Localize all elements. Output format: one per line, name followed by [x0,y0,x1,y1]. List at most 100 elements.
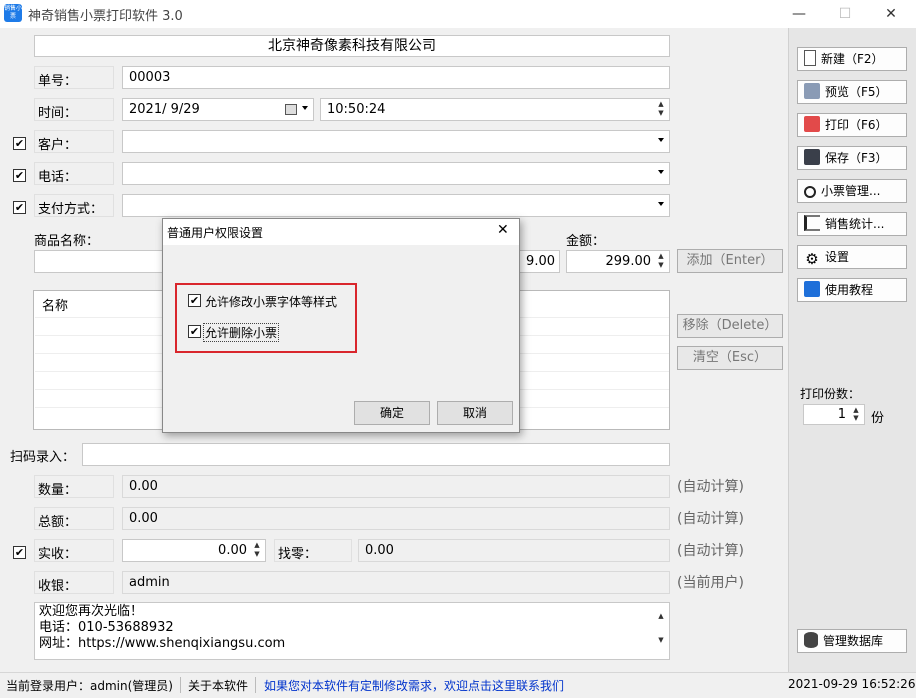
option-delete-ticket-label[interactable]: 允许删除小票 [203,323,280,342]
print-copies-value: 1 [837,407,846,422]
footer-line-1: 欢迎您再次光临！ [39,604,144,619]
option-font-style-label[interactable]: 允许修改小票字体等样式 [205,293,337,310]
order-no-field[interactable]: 00003 [122,66,670,89]
db-manage-label: 管理数据库 [823,634,884,648]
date-value: 2021/ 9/29 [129,102,200,117]
settings-label: 设置 [825,250,850,264]
remove-button[interactable]: 移除（Delete） [677,314,783,338]
floppy-icon [804,149,820,165]
payment-select[interactable] [122,194,670,217]
change-field: 0.00 [358,539,670,562]
list-header-name: 名称 [42,299,69,314]
time-spinner-icon[interactable]: ▲ ▼ [654,100,668,119]
received-value: 0.00 [218,543,247,558]
change-auto-hint: (自动计算) [677,543,744,559]
quantity-value: 0.00 [129,479,158,494]
new-doc-icon [804,50,816,66]
scan-label: 扫码录入： [10,450,76,465]
phone-label: 电话： [34,162,114,185]
phone-checkbox[interactable]: ✔ [13,169,26,182]
copies-spinner-icon[interactable]: ▲ ▼ [849,406,863,423]
received-field[interactable]: 0.00 ▲ ▼ [122,539,266,562]
save-button[interactable]: 保存（F3） [797,146,907,170]
received-spinner-icon[interactable]: ▲ ▼ [250,541,264,560]
option-font-style-checkbox[interactable]: ✔ [188,294,201,307]
new-button-label: 新建（F2） [821,52,884,66]
new-button[interactable]: 新建（F2） [797,47,907,71]
amount-field[interactable]: 299.00 ▲ ▼ [566,250,670,273]
customer-select[interactable] [122,130,670,153]
date-picker[interactable]: 2021/ 9/29 [122,98,314,121]
order-no-value: 00003 [129,70,171,85]
tutorial-label: 使用教程 [825,283,874,297]
chevron-down-icon[interactable] [302,106,308,110]
app-icon: 销售小票 [4,4,23,22]
status-bar: 当前登录用户：admin(管理员) 关于本软件 如果您对本软件有定制修改需求，欢… [0,672,916,698]
print-button[interactable]: 打印（F6） [797,113,907,137]
preview-button-label: 预览（F5） [825,85,888,99]
footer-line-3: 网址：https://www.shenqixiangsu.com [39,636,286,651]
order-no-label: 单号： [34,66,114,89]
product-name-label: 商品名称： [34,234,100,249]
scan-input[interactable] [82,443,670,466]
status-divider [255,677,256,693]
minimize-button[interactable]: — [776,0,822,28]
close-button[interactable]: ✕ [868,0,914,28]
permission-dialog: 普通用户权限设置 ✕ ✔ 允许修改小票字体等样式 ✔ 允许删除小票 确定 取消 [162,218,520,433]
list-icon [804,215,820,231]
print-copies-field[interactable]: 1 ▲ ▼ [803,404,865,425]
printer-icon [804,116,820,132]
total-value: 0.00 [129,511,158,526]
cashier-user-hint: (当前用户) [677,575,744,591]
payment-checkbox[interactable]: ✔ [13,201,26,214]
ticket-manage-label: 小票管理... [821,184,881,198]
quantity-label: 数量： [34,475,114,498]
price-value-partial: 9.00 [526,254,555,269]
maximize-button[interactable]: ☐ [822,0,868,28]
preview-button[interactable]: 预览（F5） [797,80,907,104]
time-value: 10:50:24 [327,102,386,117]
change-label: 找零： [274,539,352,562]
calendar-icon[interactable] [285,104,297,115]
copies-unit: 份 [871,411,885,426]
custom-contact-link[interactable]: 如果您对本软件有定制修改需求，欢迎点击这里联系我们 [264,677,564,694]
status-datetime: 2021-09-29 16:52:26 [788,677,916,691]
settings-button[interactable]: ⚙ 设置 [797,245,907,269]
clear-button[interactable]: 清空（Esc） [677,346,783,370]
status-current-user: 当前登录用户：admin(管理员) [6,679,173,693]
footer-line-2: 电话：010-53688932 [39,620,174,635]
company-name-field[interactable]: 北京神奇像素科技有限公司 [34,35,670,57]
time-field[interactable]: 10:50:24 ▲ ▼ [320,98,670,121]
database-icon [804,632,818,648]
footer-scroll-icon[interactable]: ▲ ▼ [654,604,668,658]
customer-checkbox[interactable]: ✔ [13,137,26,150]
ticket-manage-button[interactable]: 小票管理... [797,179,907,203]
time-label: 时间： [34,98,114,121]
db-manage-button[interactable]: 管理数据库 [797,629,907,653]
option-delete-ticket-checkbox[interactable]: ✔ [188,325,201,338]
about-link[interactable]: 关于本软件 [188,677,248,694]
sales-stats-label: 销售统计... [825,217,885,231]
cashier-label: 收银： [34,571,114,594]
add-button[interactable]: 添加（Enter） [677,249,783,273]
chevron-down-icon [658,202,664,206]
phone-select[interactable] [122,162,670,185]
dialog-ok-button[interactable]: 确定 [354,401,430,425]
quantity-field: 0.00 [122,475,670,498]
customer-label: 客户： [34,130,114,153]
tutorial-button[interactable]: 使用教程 [797,278,907,302]
cashier-field: admin [122,571,670,594]
dialog-title: 普通用户权限设置 [167,226,264,240]
amount-label: 金额： [566,234,606,249]
cashier-value: admin [129,575,170,590]
print-button-label: 打印（F6） [825,118,888,132]
amount-spinner-icon[interactable]: ▲ ▼ [654,252,668,271]
received-checkbox[interactable]: ✔ [13,546,26,559]
dialog-close-icon[interactable]: ✕ [497,222,509,238]
window-title: 神奇销售小票打印软件 3.0 [28,9,183,24]
status-divider [180,677,181,693]
sales-stats-button[interactable]: 销售统计... [797,212,907,236]
dialog-cancel-button[interactable]: 取消 [437,401,513,425]
footer-textarea[interactable]: 欢迎您再次光临！ 电话：010-53688932 网址：https://www.… [34,602,670,660]
payment-label: 支付方式： [34,194,114,217]
